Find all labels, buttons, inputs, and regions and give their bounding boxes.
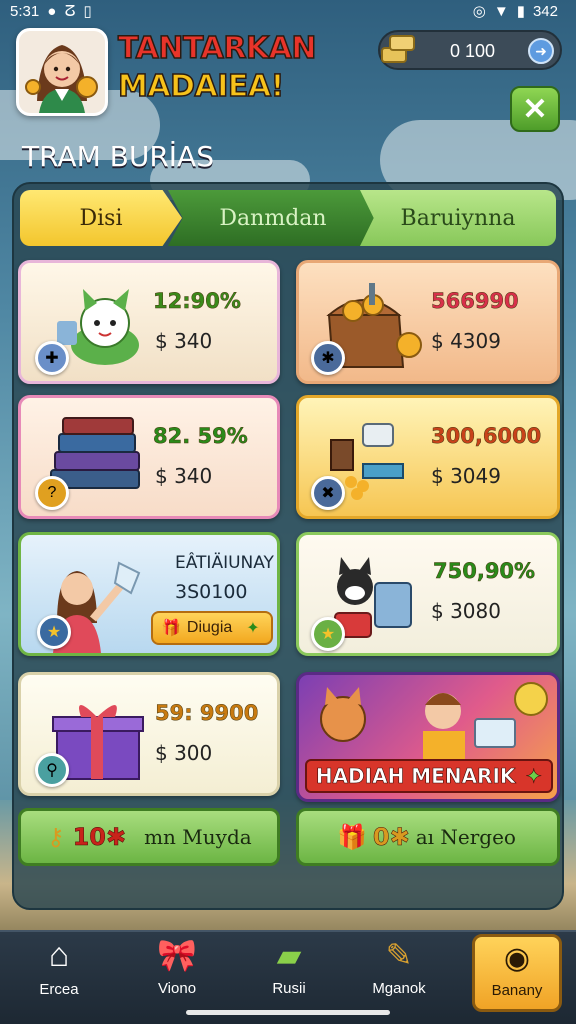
card-price: $ 3080 — [431, 599, 501, 623]
battery-icon: ▰ — [276, 937, 302, 973]
nav-label: Ercea — [39, 981, 79, 998]
promo-buy-button[interactable]: 🎁 Diugia ✦ — [151, 611, 273, 645]
location-icon: ● — [47, 2, 57, 20]
star-badge-icon: ★ — [37, 615, 71, 649]
card-price: $ 340 — [155, 464, 213, 488]
nav-item-ercea[interactable]: ⌂ Ercea — [4, 936, 114, 1014]
card-percent: 750,90% — [433, 559, 536, 584]
coin-icon: ◉ — [503, 942, 531, 975]
tab-label: Baruiynna — [400, 205, 516, 231]
plus-badge-icon: ✚ — [35, 341, 69, 375]
battery-value: 342 — [532, 2, 558, 20]
tab-danmdan[interactable]: Danmdan — [168, 190, 378, 246]
shop-card-cat[interactable]: ★ 750,90% $ 3080 — [296, 532, 560, 656]
nav-item-banany[interactable]: ◉ Banany — [472, 934, 562, 1012]
section-title: TRAM BURİAS — [22, 140, 214, 173]
button-label: aı Nergeo — [415, 825, 516, 849]
search-badge-icon: ⚲ — [35, 753, 69, 787]
sparkle-icon: ✦ — [525, 764, 543, 789]
game-title: TANTARKAN MADAIEA! — [117, 30, 358, 106]
ribbon-icon: 🎀 — [157, 937, 197, 973]
promo-title: EÂTIÄIUNAY — [175, 553, 274, 573]
title-line-1: TANTARKAN — [117, 30, 317, 67]
arrow-icon: ✦ — [246, 620, 260, 637]
question-badge-icon: ? — [35, 476, 69, 510]
status-bar: 5:31 ● ⵒ ▯ ◎ ▼ ▮ 342 — [0, 0, 576, 22]
puzzle-badge-icon: ✱ — [311, 341, 345, 375]
tab-label: Disi — [79, 205, 123, 231]
shop-card-chest[interactable]: ✱ 566990 $ 4309 — [296, 260, 560, 384]
gift-icon: 🎁 — [337, 823, 367, 851]
house-icon: ⌂ — [48, 936, 70, 974]
button-amount: 10✱ — [72, 823, 127, 852]
star-badge-icon: ★ — [311, 617, 345, 651]
card-percent: 566990 — [431, 289, 519, 314]
add-currency-button[interactable]: ➜ — [528, 38, 554, 64]
title-line-2: MADAIEA! — [117, 68, 285, 105]
nav-label: Viono — [157, 980, 197, 997]
button-amount: 0✱ — [372, 823, 410, 852]
shop-card-gift[interactable]: ⚲ 59: 9900 $ 300 — [18, 672, 280, 796]
signal-icon: ▼ — [493, 2, 509, 20]
promo-button-label: Diugia — [186, 619, 233, 636]
cross-badge-icon: ✖ — [311, 476, 345, 510]
promo-card[interactable]: ★ EÂTIÄIUNAY 3S0100 🎁 Diugia ✦ — [18, 532, 280, 656]
card-percent: 12:90% — [153, 289, 241, 314]
wand-icon: ✎ — [385, 937, 413, 973]
close-icon: ✕ — [522, 92, 548, 126]
sim-icon: ▯ — [83, 3, 92, 20]
currency-value: 0 100 — [450, 41, 496, 61]
shop-card-books[interactable]: ? 82. 59% $ 340 — [18, 395, 280, 519]
card-price: $ 3049 — [431, 464, 501, 488]
claim-button-right[interactable]: 🎁 0✱ aı Nergeo — [296, 808, 560, 866]
banner-label-bar: HADIAH MENARIK ✦ — [305, 759, 553, 793]
key-icon: ⚷ — [47, 823, 65, 851]
tab-bar: Disi Danmdan Baruiynna — [20, 190, 556, 246]
nav-label: Banany — [491, 982, 543, 999]
nav-item-mganok[interactable]: ✎ Mganok — [344, 936, 454, 1014]
gift-icon: 🎁 — [161, 620, 181, 637]
tab-label: Danmdan — [219, 205, 327, 231]
promo-subtitle: 3S0100 — [175, 581, 248, 603]
button-label: mn Muyda — [144, 825, 252, 849]
status-time: 5:31 — [10, 2, 40, 20]
card-percent: 82. 59% — [153, 424, 248, 449]
wifi-off-icon: ⵒ — [64, 3, 76, 20]
nav-label: Mganok — [372, 980, 426, 997]
card-percent: 59: 9900 — [155, 701, 259, 726]
tab-baruiynna[interactable]: Baruiynna — [360, 190, 556, 246]
shop-card-pet[interactable]: ✚ 12:90% $ 340 — [18, 260, 280, 384]
banner-label: HADIAH MENARIK — [315, 764, 516, 789]
claim-button-left[interactable]: ⚷ 10✱ mn Muyda — [18, 808, 280, 866]
gold-bars-icon — [381, 35, 415, 63]
profile-avatar[interactable] — [16, 28, 108, 116]
sync-icon: ◎ — [472, 3, 486, 20]
currency-counter: 0 100 ➜ — [378, 30, 562, 70]
shop-card-items[interactable]: ✖ 300,6000 $ 3049 — [296, 395, 560, 519]
card-percent: 300,6000 — [431, 424, 542, 449]
close-button[interactable]: ✕ — [510, 86, 560, 132]
card-price: $ 300 — [155, 741, 213, 765]
tab-disi[interactable]: Disi — [20, 190, 182, 246]
home-indicator[interactable] — [186, 1010, 390, 1015]
nav-item-rusii[interactable]: ▰ Rusii — [234, 936, 344, 1014]
nav-item-viono[interactable]: 🎀 Viono — [122, 936, 232, 1014]
special-offer-banner[interactable]: HADIAH MENARIK ✦ — [296, 672, 560, 802]
card-price: $ 340 — [155, 329, 213, 353]
card-price: $ 4309 — [431, 329, 501, 353]
nav-label: Rusii — [272, 980, 306, 997]
battery-icon: ▮ — [516, 3, 525, 20]
